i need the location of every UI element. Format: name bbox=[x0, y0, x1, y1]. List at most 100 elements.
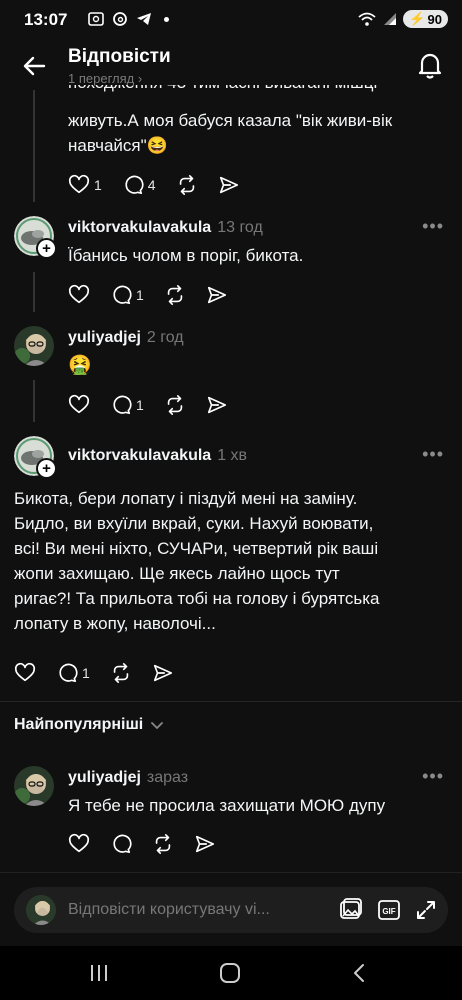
reply-text: Їбанись чолом в поріг, бикота. bbox=[68, 246, 304, 265]
comment-icon bbox=[59, 663, 78, 683]
bolt-icon: ⚡ bbox=[409, 11, 426, 26]
reply-placeholder: Відповісти користувачу vi... bbox=[68, 901, 270, 918]
username[interactable]: yuliyadjej bbox=[68, 329, 141, 346]
share-button[interactable] bbox=[206, 284, 228, 306]
status-time: 13:07 bbox=[24, 10, 68, 29]
reply-count: 1 bbox=[136, 287, 144, 303]
reply-author[interactable]: yuliyadjej 2 год bbox=[68, 329, 184, 347]
username[interactable]: yuliyadjej bbox=[68, 769, 141, 786]
reply-author[interactable]: yuliyadjej зараз bbox=[68, 769, 188, 787]
avatar bbox=[26, 895, 56, 925]
back-nav-icon[interactable] bbox=[350, 963, 370, 983]
expand-icon[interactable] bbox=[414, 898, 438, 922]
gallery-icon bbox=[88, 12, 104, 26]
post-text: походження 43 тимчасні вивагані мішці bbox=[68, 85, 448, 95]
reply-count: 1 bbox=[136, 397, 144, 413]
username[interactable]: viktorvakulavakula bbox=[68, 219, 211, 236]
repost-icon bbox=[167, 285, 183, 305]
repost-icon bbox=[167, 395, 183, 415]
like-button[interactable] bbox=[68, 284, 90, 306]
send-icon bbox=[207, 286, 226, 304]
bell-icon[interactable] bbox=[416, 50, 444, 80]
sort-dropdown[interactable]: Найпопулярніші bbox=[14, 716, 165, 734]
wifi-icon bbox=[358, 12, 376, 26]
post-actions: 1 4 bbox=[68, 173, 260, 197]
send-icon bbox=[207, 396, 226, 414]
reply-time: зараз bbox=[146, 769, 189, 786]
username[interactable]: viktorvakulavakula bbox=[68, 447, 211, 464]
header: Відповісти 1 перегляд › bbox=[0, 40, 462, 90]
share-button[interactable] bbox=[206, 394, 228, 416]
reply-author[interactable]: viktorvakulavakula 13 год bbox=[68, 219, 263, 237]
repost-button[interactable] bbox=[176, 174, 198, 196]
avatar-image bbox=[14, 326, 54, 366]
like-button[interactable]: 1 bbox=[68, 174, 102, 196]
repost-icon bbox=[179, 175, 194, 195]
comment-icon bbox=[113, 834, 132, 854]
thread-line bbox=[33, 90, 35, 202]
reply-button[interactable]: 1 bbox=[56, 662, 90, 684]
reply-author[interactable]: viktorvakulavakula 1 хв bbox=[68, 447, 247, 465]
share-button[interactable] bbox=[152, 662, 174, 684]
like-count: 1 bbox=[94, 177, 102, 193]
heart-icon bbox=[14, 662, 36, 682]
recent-apps-icon[interactable] bbox=[88, 963, 110, 983]
reply-count: 1 bbox=[82, 665, 90, 681]
avatar-image bbox=[14, 766, 54, 806]
reply-text: 🤮 bbox=[68, 355, 92, 376]
heart-icon bbox=[68, 174, 90, 194]
home-icon[interactable] bbox=[219, 963, 241, 983]
reply-count: 4 bbox=[147, 177, 156, 193]
battery-level: 90 bbox=[427, 11, 442, 27]
like-button[interactable] bbox=[68, 394, 90, 416]
reply-button[interactable]: 1 bbox=[110, 394, 144, 416]
comment-icon bbox=[125, 175, 144, 195]
page-title: Відповісти bbox=[68, 46, 171, 67]
threads-icon bbox=[113, 12, 127, 26]
like-button[interactable] bbox=[14, 662, 36, 684]
reply-time: 13 год bbox=[217, 219, 263, 236]
reply-input[interactable]: Відповісти користувачу vi... GIF bbox=[14, 887, 448, 933]
like-button[interactable] bbox=[68, 833, 90, 855]
send-icon bbox=[153, 664, 172, 682]
more-options-icon[interactable]: ••• bbox=[422, 444, 444, 465]
telegram-icon bbox=[137, 13, 151, 25]
heart-icon bbox=[68, 284, 90, 304]
image-icon[interactable] bbox=[338, 897, 364, 923]
send-icon bbox=[195, 835, 215, 853]
avatar[interactable]: + bbox=[14, 216, 57, 259]
reply-actions bbox=[68, 832, 236, 856]
more-options-icon[interactable]: ••• bbox=[422, 766, 444, 787]
reply-text: Я тебе не просила захищати МОЮ дупу bbox=[68, 796, 386, 815]
reply-actions: 1 bbox=[68, 393, 248, 417]
reply-button[interactable]: 1 bbox=[110, 284, 144, 306]
repost-button[interactable] bbox=[164, 284, 186, 306]
follow-plus-icon[interactable]: + bbox=[36, 458, 57, 479]
reply-actions: 1 bbox=[14, 661, 194, 685]
follow-plus-icon[interactable]: + bbox=[36, 238, 57, 259]
thread-line bbox=[33, 380, 35, 422]
post-text: навчайся"😆 bbox=[68, 136, 168, 155]
battery-indicator: ⚡ 90 bbox=[403, 10, 448, 28]
more-options-icon[interactable]: ••• bbox=[422, 216, 444, 237]
repost-button[interactable] bbox=[164, 394, 186, 416]
view-count[interactable]: 1 перегляд › bbox=[68, 71, 142, 86]
chevron-down-icon bbox=[151, 722, 164, 729]
svg-text:GIF: GIF bbox=[382, 907, 395, 916]
reply-actions: 1 bbox=[68, 283, 248, 307]
share-button[interactable] bbox=[194, 833, 216, 855]
share-button[interactable] bbox=[218, 174, 240, 196]
reply-button[interactable] bbox=[110, 833, 132, 855]
gif-icon[interactable]: GIF bbox=[376, 897, 402, 923]
avatar[interactable]: + bbox=[14, 436, 57, 479]
avatar[interactable] bbox=[14, 766, 54, 806]
repost-button[interactable] bbox=[110, 662, 132, 684]
status-bar: 13:07 ⚡ 90 bbox=[0, 0, 462, 40]
repost-button[interactable] bbox=[152, 833, 174, 855]
reply-button[interactable]: 4 bbox=[122, 174, 156, 196]
back-arrow-icon[interactable] bbox=[20, 52, 48, 80]
repost-icon bbox=[155, 834, 171, 854]
system-nav-bar bbox=[0, 946, 462, 1000]
dot-icon bbox=[164, 16, 169, 22]
avatar[interactable] bbox=[14, 326, 54, 366]
